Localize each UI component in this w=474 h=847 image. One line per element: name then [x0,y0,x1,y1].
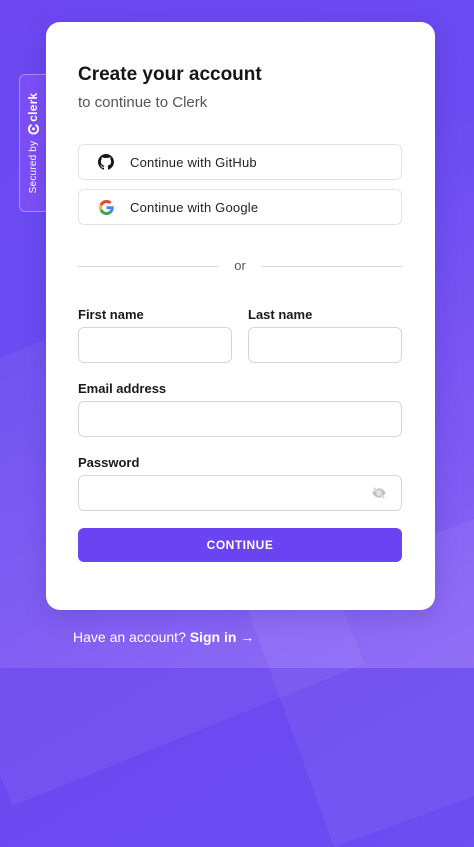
password-input[interactable] [78,475,402,511]
secured-by-badge[interactable]: Secured by clerk [19,74,46,212]
clerk-logo: clerk [26,93,40,135]
email-address-label: Email address [78,381,167,396]
sign-in-link[interactable]: Sign in → [190,629,255,645]
password-label: Password [78,455,140,470]
secured-by-label: Secured by [27,140,39,194]
github-icon [98,154,114,170]
footer: Have an account? Sign in → [73,629,254,645]
page-subtitle: to continue to Clerk [78,94,208,111]
email-address-input[interactable] [78,401,402,437]
divider-text: or [234,258,246,273]
signup-card: Create your account to continue to Clerk… [46,22,435,610]
have-account-text: Have an account? [73,629,186,645]
eye-off-icon[interactable] [370,484,388,502]
clerk-icon [27,124,39,135]
google-icon [98,199,114,215]
first-name-label: First name [78,307,144,322]
divider-line-left [78,266,218,267]
last-name-input[interactable] [248,327,402,363]
page-title: Create your account [78,64,262,85]
first-name-input[interactable] [78,327,232,363]
google-button-label: Continue with Google [130,199,259,215]
clerk-brand-text: clerk [26,92,40,122]
github-button-label: Continue with GitHub [130,154,257,170]
continue-with-google-button[interactable]: Continue with Google [78,189,402,225]
continue-with-github-button[interactable]: Continue with GitHub [78,144,402,180]
divider-line-right [262,266,402,267]
last-name-label: Last name [248,307,313,322]
continue-button[interactable]: CONTINUE [78,528,402,562]
